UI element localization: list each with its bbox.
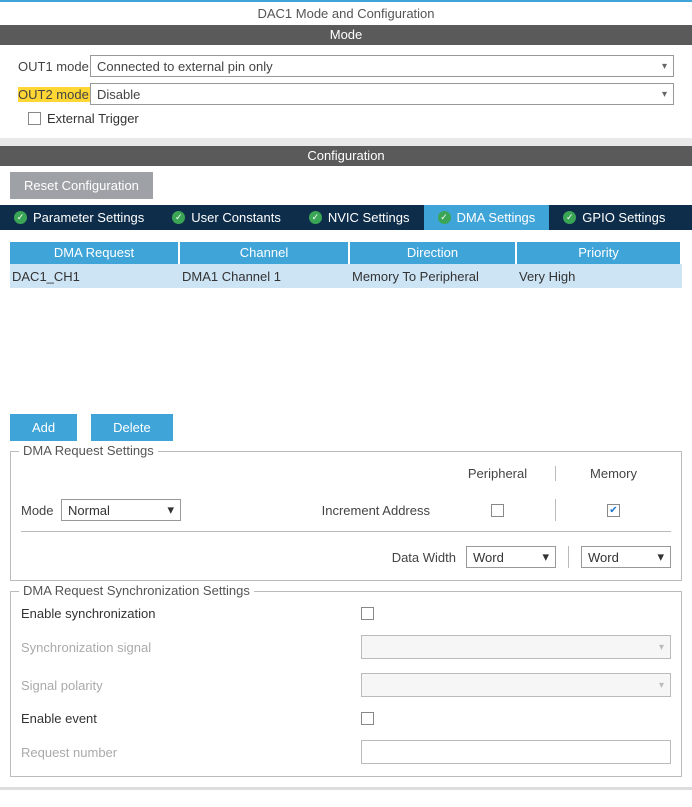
- grid-header: DMA Request Channel Direction Priority: [10, 242, 682, 264]
- chevron-down-icon: ▾: [662, 61, 667, 72]
- sync-signal-dropdown: ▾: [361, 635, 671, 659]
- divider: [568, 546, 569, 568]
- check-icon: ✓: [14, 211, 27, 224]
- request-number-row: Request number: [21, 740, 671, 764]
- sync-signal-row: Synchronization signal ▾: [21, 635, 671, 659]
- out1-value: Connected to external pin only: [97, 59, 273, 74]
- col-channel[interactable]: Channel: [180, 242, 348, 264]
- data-width-label: Data Width: [21, 550, 466, 565]
- dma-request-settings-fieldset: DMA Request Settings Peripheral Memory M…: [10, 451, 682, 581]
- mode-inc-row: Mode Normal ▾ Increment Address: [21, 499, 671, 521]
- mode-label: Mode: [21, 503, 61, 518]
- cell-channel: DMA1 Channel 1: [180, 269, 350, 284]
- mode-section-header: Mode: [0, 25, 692, 45]
- dw-periph-value: Word: [473, 550, 504, 565]
- inc-periph-cell: [440, 504, 555, 517]
- enable-sync-checkbox[interactable]: [361, 607, 374, 620]
- increment-memory-checkbox[interactable]: [607, 504, 620, 517]
- tab-user-constants[interactable]: ✓ User Constants: [158, 205, 295, 230]
- signal-polarity-row: Signal polarity ▾: [21, 673, 671, 697]
- tab-label: Parameter Settings: [33, 210, 144, 225]
- config-section-header: Configuration: [0, 146, 692, 166]
- mode-value: Normal: [68, 503, 110, 518]
- data-width-memory-dropdown[interactable]: Word ▾: [581, 546, 671, 568]
- check-icon: ✓: [563, 211, 576, 224]
- tab-gpio-settings[interactable]: ✓ GPIO Settings: [549, 205, 679, 230]
- grid-button-row: Add Delete: [0, 414, 692, 441]
- enable-sync-row: Enable synchronization: [21, 606, 671, 621]
- tab-parameter-settings[interactable]: ✓ Parameter Settings: [0, 205, 158, 230]
- col-memory-label: Memory: [556, 466, 671, 481]
- out2-row: OUT2 mode Disable ▾: [18, 83, 674, 105]
- mode-area: OUT1 mode Connected to external pin only…: [0, 45, 692, 138]
- col-dma-request[interactable]: DMA Request: [10, 242, 178, 264]
- cell-priority: Very High: [517, 269, 677, 284]
- chevron-down-icon: ▾: [662, 89, 667, 100]
- spacer: [0, 138, 692, 146]
- enable-event-label: Enable event: [21, 711, 361, 726]
- enable-event-row: Enable event: [21, 711, 671, 726]
- signal-polarity-label: Signal polarity: [21, 678, 361, 693]
- sync-settings-legend: DMA Request Synchronization Settings: [19, 583, 254, 598]
- chevron-down-icon: ▾: [167, 502, 174, 518]
- tab-label: DMA Settings: [457, 210, 536, 225]
- tab-label: User Constants: [191, 210, 281, 225]
- dma-grid: DMA Request Channel Direction Priority D…: [0, 230, 692, 414]
- out2-label: OUT2 mode: [18, 87, 90, 102]
- tab-label: NVIC Settings: [328, 210, 410, 225]
- page-title: DAC1 Mode and Configuration: [0, 2, 692, 25]
- col-direction[interactable]: Direction: [350, 242, 515, 264]
- add-button[interactable]: Add: [10, 414, 77, 441]
- cell-direction: Memory To Peripheral: [350, 269, 517, 284]
- out1-label: OUT1 mode: [18, 59, 90, 74]
- chevron-down-icon: ▾: [657, 549, 664, 565]
- out1-mode-dropdown[interactable]: Connected to external pin only ▾: [90, 55, 674, 77]
- increment-address-label: Increment Address: [181, 503, 440, 518]
- chevron-down-icon: ▾: [659, 680, 664, 691]
- col-peripheral-label: Peripheral: [440, 466, 555, 481]
- external-trigger-label: External Trigger: [47, 111, 139, 126]
- tab-spacer: [679, 205, 692, 230]
- dw-mem-value: Word: [588, 550, 619, 565]
- tab-bar: ✓ Parameter Settings ✓ User Constants ✓ …: [0, 205, 692, 230]
- chevron-down-icon: ▾: [659, 642, 664, 653]
- divider: [21, 531, 671, 532]
- col-priority[interactable]: Priority: [517, 242, 680, 264]
- sync-signal-label: Synchronization signal: [21, 640, 361, 655]
- grid-body: DAC1_CH1 DMA1 Channel 1 Memory To Periph…: [10, 264, 682, 414]
- inc-mem-cell: [556, 504, 671, 517]
- reset-row: Reset Configuration: [0, 166, 692, 205]
- signal-polarity-dropdown: ▾: [361, 673, 671, 697]
- chevron-down-icon: ▾: [542, 549, 549, 565]
- check-icon: ✓: [172, 211, 185, 224]
- cell-request: DAC1_CH1: [10, 269, 180, 284]
- data-width-row: Data Width Word ▾ Word ▾: [21, 546, 671, 568]
- external-trigger-row: External Trigger: [18, 111, 674, 126]
- external-trigger-checkbox[interactable]: [28, 112, 41, 125]
- enable-event-checkbox[interactable]: [361, 712, 374, 725]
- check-icon: ✓: [309, 211, 322, 224]
- increment-peripheral-checkbox[interactable]: [491, 504, 504, 517]
- reset-configuration-button[interactable]: Reset Configuration: [10, 172, 153, 199]
- out2-mode-dropdown[interactable]: Disable ▾: [90, 83, 674, 105]
- mode-dropdown[interactable]: Normal ▾: [61, 499, 181, 521]
- data-width-peripheral-dropdown[interactable]: Word ▾: [466, 546, 556, 568]
- check-icon: ✓: [438, 211, 451, 224]
- req-header-row: Peripheral Memory: [21, 466, 671, 481]
- req-settings-legend: DMA Request Settings: [19, 443, 158, 458]
- tab-nvic-settings[interactable]: ✓ NVIC Settings: [295, 205, 424, 230]
- out1-row: OUT1 mode Connected to external pin only…: [18, 55, 674, 77]
- request-number-label: Request number: [21, 745, 361, 760]
- request-number-input[interactable]: [361, 740, 671, 764]
- tab-dma-settings[interactable]: ✓ DMA Settings: [424, 205, 550, 230]
- tab-label: GPIO Settings: [582, 210, 665, 225]
- enable-sync-label: Enable synchronization: [21, 606, 361, 621]
- bottom-rule: [0, 787, 692, 790]
- out2-value: Disable: [97, 87, 140, 102]
- delete-button[interactable]: Delete: [91, 414, 173, 441]
- dma-sync-settings-fieldset: DMA Request Synchronization Settings Ena…: [10, 591, 682, 777]
- table-row[interactable]: DAC1_CH1 DMA1 Channel 1 Memory To Periph…: [10, 264, 682, 288]
